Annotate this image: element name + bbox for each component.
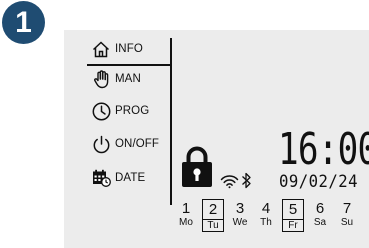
weekday-abbr: Sa [313, 217, 327, 228]
weekday-saturday: 6 Sa [309, 201, 331, 229]
weekday-tuesday: 2 Tu [202, 199, 224, 232]
weekday-abbr: Mo [179, 217, 193, 228]
weekday-thursday: 4 Th [255, 201, 277, 229]
menu-divider-horizontal [87, 64, 170, 66]
calendar-icon [91, 168, 111, 188]
menu-item-prog[interactable]: PROG [91, 100, 149, 122]
weekday-abbr: We [232, 217, 248, 228]
weekday-number: 1 [181, 200, 191, 217]
weekday-wednesday: 3 We [229, 201, 251, 229]
weekday-abbr: Fr [283, 219, 303, 232]
menu-divider-vertical [170, 38, 172, 205]
power-icon [91, 134, 111, 154]
weekday-monday: 1 Mo [175, 201, 197, 229]
menu-item-label: INFO [115, 43, 143, 55]
menu-item-label: DATE [115, 172, 146, 184]
menu-item-on-off[interactable]: ON/OFF [91, 133, 159, 155]
menu-item-man[interactable]: MAN [91, 68, 141, 90]
date-display: 09/02/24 [279, 172, 359, 192]
weekday-friday: 5 Fr [282, 199, 304, 232]
step-number: 1 [15, 5, 32, 39]
weekday-sunday: 7 Su [336, 201, 358, 229]
weekday-number: 7 [342, 200, 352, 217]
menu-item-info[interactable]: INFO [91, 38, 143, 60]
bluetooth-icon [241, 172, 252, 194]
weekday-abbr: Tu [203, 219, 223, 232]
hand-icon [91, 69, 111, 89]
weekday-abbr: Su [340, 217, 354, 228]
step-number-badge: 1 [2, 1, 45, 44]
time-display: 16:00 [278, 124, 369, 175]
menu-item-label: ON/OFF [115, 138, 160, 150]
weekday-number: 2 [208, 201, 218, 218]
weekday-number: 4 [261, 200, 271, 217]
home-icon [91, 39, 111, 59]
wifi-icon [220, 174, 239, 194]
weekday-number: 6 [315, 200, 325, 217]
lock-icon [181, 146, 213, 193]
weekday-abbr: Th [260, 217, 272, 228]
weekday-number: 3 [235, 200, 245, 217]
menu-item-label: MAN [115, 73, 141, 85]
weekday-number: 5 [288, 201, 298, 218]
clock-icon [91, 101, 111, 121]
menu-item-date[interactable]: DATE [91, 167, 145, 189]
menu-item-label: PROG [115, 105, 150, 117]
